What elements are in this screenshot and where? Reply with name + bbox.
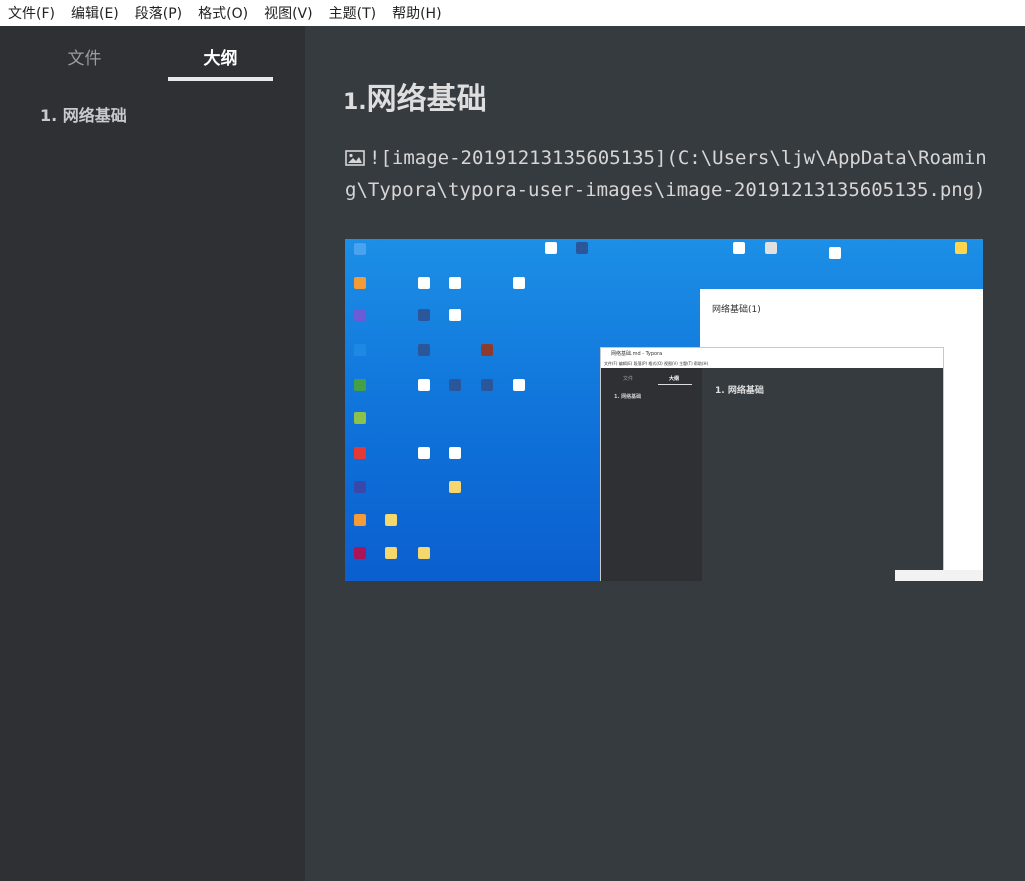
desktop-icon xyxy=(385,514,397,526)
tray-area xyxy=(895,570,983,581)
sidebar-tabs: 文件 大纲 xyxy=(0,26,305,86)
tab-files[interactable]: 文件 xyxy=(32,44,137,69)
menu-bar: 文件(F) 编辑(E) 段落(P) 格式(O) 视图(V) 主题(T) 帮助(H… xyxy=(0,0,1025,26)
desktop-icon xyxy=(385,547,397,559)
tab-outline[interactable]: 大纲 xyxy=(168,44,273,69)
editor-content[interactable]: 1.网络基础 ![image-20191213135605135](C:\Use… xyxy=(305,26,1025,881)
desktop-icon xyxy=(418,344,430,356)
desktop-icon xyxy=(354,309,366,321)
front-window-title: 网络基础.md - Typora xyxy=(601,348,943,360)
desktop-icon xyxy=(449,277,461,289)
desktop-icon xyxy=(955,242,967,254)
front-heading: 1. 网络基础 xyxy=(715,386,764,396)
desktop-icon xyxy=(354,277,366,289)
front-tab-outline: 大纲 xyxy=(669,376,680,382)
desktop-icon xyxy=(449,309,461,321)
menu-help[interactable]: 帮助(H) xyxy=(384,3,449,23)
heading-1[interactable]: 1.网络基础 xyxy=(343,74,487,118)
desktop-icon xyxy=(354,481,366,493)
outline-item[interactable]: 1. 网络基础 xyxy=(40,102,127,126)
desktop-icon xyxy=(418,379,430,391)
desktop-icon xyxy=(354,547,366,559)
desktop-icon xyxy=(354,514,366,526)
desktop-icon xyxy=(576,242,588,254)
desktop-icon xyxy=(829,247,841,259)
desktop-icon xyxy=(354,379,366,391)
desktop-icon xyxy=(513,379,525,391)
image-icon xyxy=(345,150,365,166)
desktop-icon xyxy=(545,242,557,254)
desktop-icon xyxy=(418,309,430,321)
front-window: 网络基础.md - Typora 文件(F) 编辑(E) 段落(P) 格式(O)… xyxy=(600,347,944,581)
desktop-icon xyxy=(418,447,430,459)
desktop-icon xyxy=(733,242,745,254)
desktop-icon xyxy=(481,344,493,356)
back-window-title: 网络基础(1) xyxy=(712,305,761,315)
desktop-icon xyxy=(449,379,461,391)
desktop-icon xyxy=(354,447,366,459)
desktop-icon xyxy=(513,277,525,289)
heading-number: 1. xyxy=(343,90,367,115)
desktop-icon xyxy=(481,379,493,391)
front-window-menu: 文件(F) 编辑(E) 段落(P) 格式(O) 视图(V) 主题(T) 帮助(H… xyxy=(601,360,943,368)
desktop-icon xyxy=(765,242,777,254)
front-outline-item: 1. 网络基础 xyxy=(614,394,642,400)
menu-format[interactable]: 格式(O) xyxy=(190,3,256,23)
desktop-icon xyxy=(354,243,366,255)
menu-file[interactable]: 文件(F) xyxy=(0,3,63,23)
desktop-icon xyxy=(418,547,430,559)
embedded-screenshot[interactable]: 网络基础(1) 网络基础.md - Typora 文件(F) 编辑(E) 段落(… xyxy=(345,239,983,581)
front-tab-indicator xyxy=(658,384,692,385)
sidebar: 文件 大纲 1. 网络基础 xyxy=(0,26,305,881)
desktop-icon xyxy=(418,277,430,289)
desktop-icon xyxy=(354,344,366,356)
image-markdown-text: ![image-20191213135605135](C:\Users\ljw\… xyxy=(345,147,987,201)
active-tab-indicator xyxy=(168,77,273,81)
menu-theme[interactable]: 主题(T) xyxy=(321,3,384,23)
front-tab-files: 文件 xyxy=(623,376,634,382)
desktop-icon xyxy=(449,447,461,459)
image-markdown-source[interactable]: ![image-20191213135605135](C:\Users\ljw\… xyxy=(345,142,990,206)
menu-paragraph[interactable]: 段落(P) xyxy=(127,3,190,23)
desktop-icon xyxy=(354,412,366,424)
front-window-sidebar: 文件 大纲 1. 网络基础 xyxy=(601,368,702,581)
menu-view[interactable]: 视图(V) xyxy=(256,3,321,23)
heading-text: 网络基础 xyxy=(366,82,487,117)
menu-edit[interactable]: 编辑(E) xyxy=(63,3,127,23)
desktop-icon xyxy=(449,481,461,493)
